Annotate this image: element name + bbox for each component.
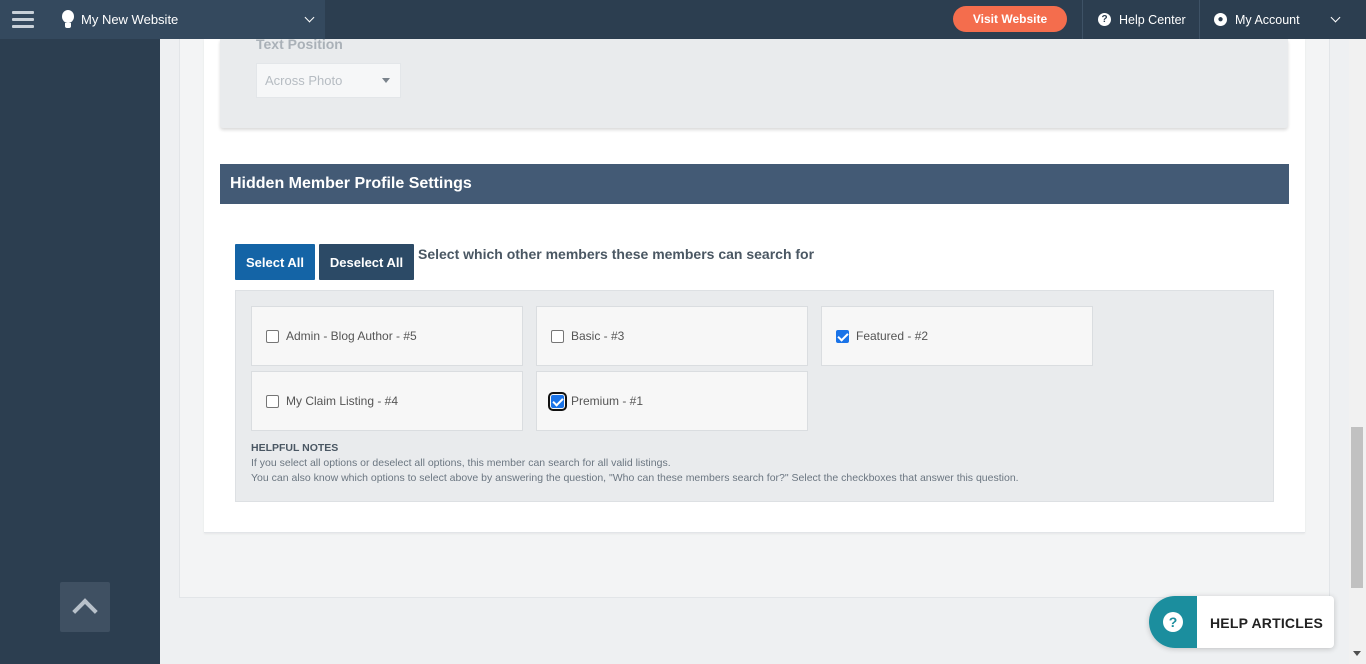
hamburger-icon (11, 11, 34, 14)
site-name: My New Website (81, 12, 179, 27)
section-title: Hidden Member Profile Settings (230, 175, 472, 192)
help-articles-button[interactable]: ? HELP ARTICLES (1149, 596, 1334, 648)
visit-website-button[interactable]: Visit Website (953, 6, 1067, 32)
checkbox-checked[interactable] (548, 391, 567, 411)
my-account-label: My Account (1235, 12, 1300, 27)
top-bar: My New Website Visit Website ? Help Cent… (0, 0, 1366, 39)
hamburger-menu-button[interactable] (0, 0, 45, 39)
checkbox[interactable] (266, 329, 279, 343)
site-selector[interactable]: My New Website (45, 0, 325, 39)
caret-down-icon (382, 78, 390, 83)
option-admin-blog-author[interactable]: Admin - Blog Author - #5 (251, 306, 523, 366)
option-label: My Claim Listing - #4 (286, 394, 399, 408)
section-header: Hidden Member Profile Settings (220, 164, 1289, 204)
option-my-claim-listing[interactable]: My Claim Listing - #4 (251, 371, 523, 431)
select-all-button[interactable]: Select All (235, 244, 315, 280)
helpful-note-line: You can also know which options to selec… (251, 472, 1019, 484)
lightbulb-icon (61, 9, 75, 30)
checkbox[interactable] (266, 394, 279, 408)
checkbox[interactable] (551, 329, 564, 343)
sidebar (0, 39, 160, 664)
my-account-menu[interactable]: ● My Account (1199, 0, 1349, 39)
search-hint-text: Select which other members these members… (418, 246, 815, 262)
option-label: Premium - #1 (571, 394, 644, 408)
text-position-label: Text Position (256, 36, 343, 52)
help-center-label: Help Center (1119, 12, 1186, 27)
text-position-select[interactable]: Across Photo (256, 63, 401, 98)
text-position-value: Across Photo (265, 73, 343, 88)
option-premium[interactable]: Premium - #1 (536, 371, 808, 431)
chevron-down-icon (304, 12, 315, 23)
help-center-link[interactable]: ? Help Center (1082, 0, 1199, 39)
help-articles-label: HELP ARTICLES (1210, 615, 1324, 631)
scrollbar-thumb[interactable] (1351, 427, 1363, 588)
option-label: Basic - #3 (571, 329, 625, 343)
option-basic[interactable]: Basic - #3 (536, 306, 808, 366)
scroll-down-arrow-icon[interactable] (1353, 651, 1361, 656)
question-circle-icon: ? (1098, 13, 1111, 26)
helpful-notes-title: HELPFUL NOTES (251, 442, 339, 454)
question-icon: ? (1163, 612, 1183, 632)
checkbox-checked[interactable] (836, 329, 849, 343)
option-label: Admin - Blog Author - #5 (286, 329, 417, 343)
chevron-up-icon (72, 598, 98, 624)
option-label: Featured - #2 (856, 329, 929, 343)
user-circle-icon: ● (1214, 13, 1227, 26)
helpful-note-line: If you select all options or deselect al… (251, 457, 671, 469)
option-featured[interactable]: Featured - #2 (821, 306, 1093, 366)
chevron-down-icon (1330, 12, 1341, 23)
deselect-all-button[interactable]: Deselect All (319, 244, 414, 280)
scroll-to-top-button[interactable] (60, 582, 110, 632)
